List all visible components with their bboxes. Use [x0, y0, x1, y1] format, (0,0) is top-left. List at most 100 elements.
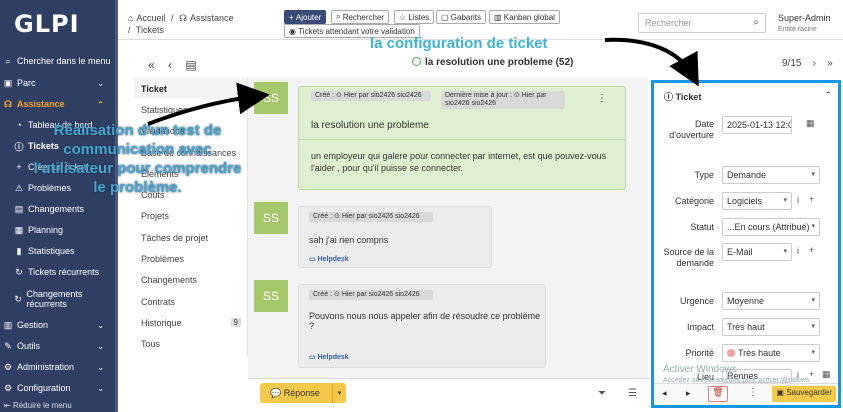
add-icon[interactable]: +	[809, 194, 814, 204]
tools-icon: ✎	[4, 340, 12, 351]
label-impact: Impact	[686, 322, 714, 332]
label-categorie: Catégorie	[674, 196, 714, 206]
sidebar-item-parc[interactable]: ▣ Parc ⌄	[0, 75, 118, 91]
info-icon[interactable]: i	[797, 195, 799, 205]
breadcrumb-tickets[interactable]: Tickets	[136, 25, 164, 35]
tab-ticket[interactable]: Ticket	[134, 78, 247, 100]
last-icon[interactable]: »	[827, 58, 833, 69]
source-select[interactable]: E-Mail ▾	[722, 243, 792, 261]
add-icon[interactable]: +	[809, 245, 814, 255]
topbar: ⌂ Accueil / ☊ Assistance / Tickets + Ajout…	[118, 0, 843, 40]
label-type: Type	[694, 170, 714, 180]
sidebar-item-changements-recurrents[interactable]: ↻ Changements récurrents	[0, 287, 112, 311]
collapse-left-icon[interactable]: ◂	[662, 388, 667, 399]
chevron-down-icon: ⌄	[97, 341, 104, 351]
kanban-icon: ▥	[494, 12, 504, 22]
user-menu[interactable]: Super-Admin Entité racine	[778, 13, 831, 35]
dashboard-icon: ◔	[16, 120, 22, 130]
templates-button[interactable]: ▢ Gabarits	[436, 10, 487, 24]
calendar-icon: ▦	[14, 224, 24, 235]
sidebar-item-planning[interactable]: ▦ Planning	[0, 222, 118, 238]
followup-text: Pouvons nous nous appeler afin de résoud…	[309, 311, 541, 331]
followup-item: Créé : ⊙ Hier par sio2426 sio2426 sah j'…	[298, 206, 492, 268]
ticket-description: Créé : ⊙ Hier par sio2426 sio2426 Derniè…	[298, 86, 626, 190]
more-options-icon[interactable]: ⋮	[748, 387, 758, 398]
calendar-icon[interactable]: ▦	[822, 369, 831, 380]
collapse-menu-button[interactable]: ⇤ Réduire le menu	[4, 401, 72, 410]
trash-icon[interactable]: 🗑	[708, 386, 728, 402]
chevron-down-icon: ▾	[811, 223, 815, 230]
add-button[interactable]: + Ajouter	[284, 10, 327, 24]
tab-statistiques[interactable]: Statistiques	[134, 99, 247, 120]
collapse-right-icon[interactable]: ▸	[686, 388, 691, 399]
updated-meta: Dernière mise à jour : ⊙ Hier par sio242…	[441, 91, 565, 109]
ticket-properties-panel: ⓘ Ticket ⌃ Date d'ouverture 2025-01-13 1…	[651, 80, 841, 408]
list-icon[interactable]: ▤	[185, 58, 196, 72]
timeline-list-icon[interactable]: ☰	[628, 388, 637, 399]
sidebar: GLPI ⌕ Chercher dans le menu ▣ Parc ⌄ ☊ Assi…	[0, 0, 118, 412]
info-icon: ⓘ	[664, 92, 676, 102]
tab-problemes[interactable]: Problèmes	[134, 248, 247, 269]
chart-icon: ▮	[16, 245, 22, 256]
label-statut: Statut	[690, 222, 714, 232]
info-icon[interactable]: i	[797, 246, 799, 256]
chevron-down-icon[interactable]: ▾	[332, 383, 346, 403]
search-button[interactable]: ⌕ Rechercher	[331, 10, 390, 24]
alert-icon: ⓘ	[14, 141, 24, 152]
category-select[interactable]: Logiciels ▾	[722, 192, 792, 210]
back-icon[interactable]: ‹	[168, 58, 172, 72]
source-badge: ▭ Helpdesk	[309, 256, 349, 263]
sidebar-item-statistiques[interactable]: ▮ Statistiques	[0, 243, 118, 259]
chevron-down-icon: ⌄	[97, 320, 104, 330]
user-name: Super-Admin	[778, 13, 831, 23]
more-options-icon[interactable]: ⋮	[597, 93, 607, 104]
sidebar-search[interactable]: ⌕ Chercher dans le menu	[0, 53, 118, 69]
status-select[interactable]: ...En cours (Attribué) ▾	[722, 218, 820, 236]
plus-icon: +	[16, 162, 22, 172]
ticket-pager: 9/15 › »	[782, 58, 833, 69]
tab-historique[interactable]: Historique 9	[134, 312, 247, 333]
app-logo: GLPI	[14, 10, 80, 38]
source-badge: ▭ Helpdesk	[309, 354, 349, 361]
sidebar-item-administration[interactable]: ⚙ Administration ⌄	[0, 359, 118, 375]
impact-select[interactable]: Très haut ▾	[722, 318, 820, 336]
chevron-down-icon: ▾	[811, 323, 815, 330]
collapse-left-icon[interactable]: «	[148, 58, 155, 72]
followup-text: sah j'ai rien compris	[309, 235, 389, 245]
urgency-select[interactable]: Moyenne ▾	[722, 292, 820, 310]
sidebar-item-gestion[interactable]: ▥ Gestion ⌄	[0, 317, 118, 333]
priority-select[interactable]: Très haute ▾	[722, 344, 820, 362]
tab-changements[interactable]: Changements	[134, 270, 247, 291]
followup-item: Créé : ⊙ Hier par sio2426 sio2426 Pouvon…	[298, 284, 546, 368]
global-search-input[interactable]: Rechercher ⌕	[638, 13, 766, 33]
sidebar-item-changements[interactable]: ▤ Changements	[0, 201, 118, 217]
ticket-title: la resolution une probleme (52)	[412, 57, 573, 68]
lists-button[interactable]: ☆ Listes	[394, 10, 435, 24]
description-body: un employeur qui galere pour connecter p…	[311, 151, 607, 173]
sidebar-item-configuration[interactable]: ⚙ Configuration ⌄	[0, 380, 118, 396]
sidebar-item-tickets-recurrents[interactable]: ↻ Tickets récurrents	[0, 264, 118, 280]
save-button[interactable]: ▣ Sauvegarder	[772, 386, 836, 402]
chevron-down-icon: ▾	[783, 197, 787, 204]
breadcrumb-accueil[interactable]: Accueil	[136, 13, 165, 23]
kanban-button[interactable]: ▥ Kanban global	[489, 10, 560, 24]
next-icon[interactable]: ›	[813, 58, 816, 69]
calendar-icon[interactable]: ▦	[806, 118, 815, 129]
tab-taches-projet[interactable]: Tâches de projet	[134, 227, 247, 248]
type-select[interactable]: Demande ▾	[722, 166, 820, 184]
save-icon: ▣	[776, 388, 787, 397]
date-field[interactable]: 2025-01-13 12:0	[722, 116, 792, 134]
tab-projets[interactable]: Projets	[134, 206, 247, 227]
tab-contrats[interactable]: Contrats	[134, 291, 247, 312]
tab-tous[interactable]: Tous	[134, 334, 247, 355]
breadcrumb-assistance[interactable]: Assistance	[190, 13, 234, 23]
reply-button[interactable]: 💬 Réponse ▾	[260, 383, 346, 403]
annotation-title: la configuration de ticket	[370, 35, 548, 52]
sidebar-scrollbar[interactable]	[115, 0, 118, 412]
sidebar-item-assistance[interactable]: ☊ Assistance ⌃	[0, 96, 118, 112]
filter-icon[interactable]: ⏷	[598, 388, 606, 399]
chevron-up-icon[interactable]: ⌃	[824, 90, 832, 101]
sidebar-item-outils[interactable]: ✎ Outils ⌄	[0, 338, 118, 354]
inbox-icon: ▭	[309, 256, 318, 263]
chevron-down-icon: ▾	[811, 297, 815, 304]
